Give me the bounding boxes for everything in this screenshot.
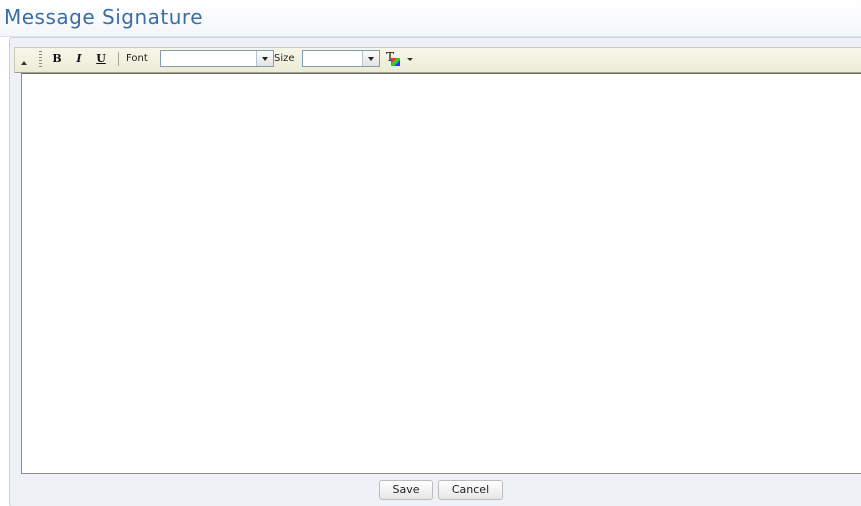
collapse-icon[interactable] bbox=[21, 61, 27, 65]
size-select[interactable] bbox=[302, 50, 380, 67]
underline-button[interactable]: U bbox=[93, 50, 109, 68]
font-input[interactable] bbox=[161, 51, 257, 66]
title-bar: Message Signature bbox=[0, 0, 861, 37]
button-bar bbox=[10, 475, 861, 505]
chevron-down-icon[interactable] bbox=[362, 51, 379, 66]
italic-button[interactable]: I bbox=[71, 50, 87, 68]
signature-editor[interactable] bbox=[21, 73, 861, 474]
color-swatch bbox=[391, 58, 400, 66]
save-button[interactable]: Save bbox=[379, 480, 433, 500]
font-label: Font bbox=[126, 53, 148, 64]
chevron-down-icon[interactable] bbox=[256, 51, 273, 66]
chevron-down-icon[interactable] bbox=[407, 58, 413, 61]
toolbar-separator bbox=[118, 52, 119, 66]
message-signature-page: Message Signature B I U Font Size T Save… bbox=[0, 0, 861, 506]
text-color-icon: T bbox=[386, 50, 404, 68]
size-input[interactable] bbox=[303, 51, 363, 66]
bold-button[interactable]: B bbox=[49, 50, 65, 68]
font-select[interactable] bbox=[160, 50, 274, 67]
cancel-button[interactable]: Cancel bbox=[438, 480, 503, 500]
size-label: Size bbox=[274, 53, 295, 64]
toolbar-grip-icon[interactable] bbox=[39, 51, 42, 67]
editor-toolbar: B I U Font Size T bbox=[14, 47, 861, 73]
page-title: Message Signature bbox=[4, 5, 203, 29]
text-color-button[interactable]: T bbox=[386, 50, 416, 68]
